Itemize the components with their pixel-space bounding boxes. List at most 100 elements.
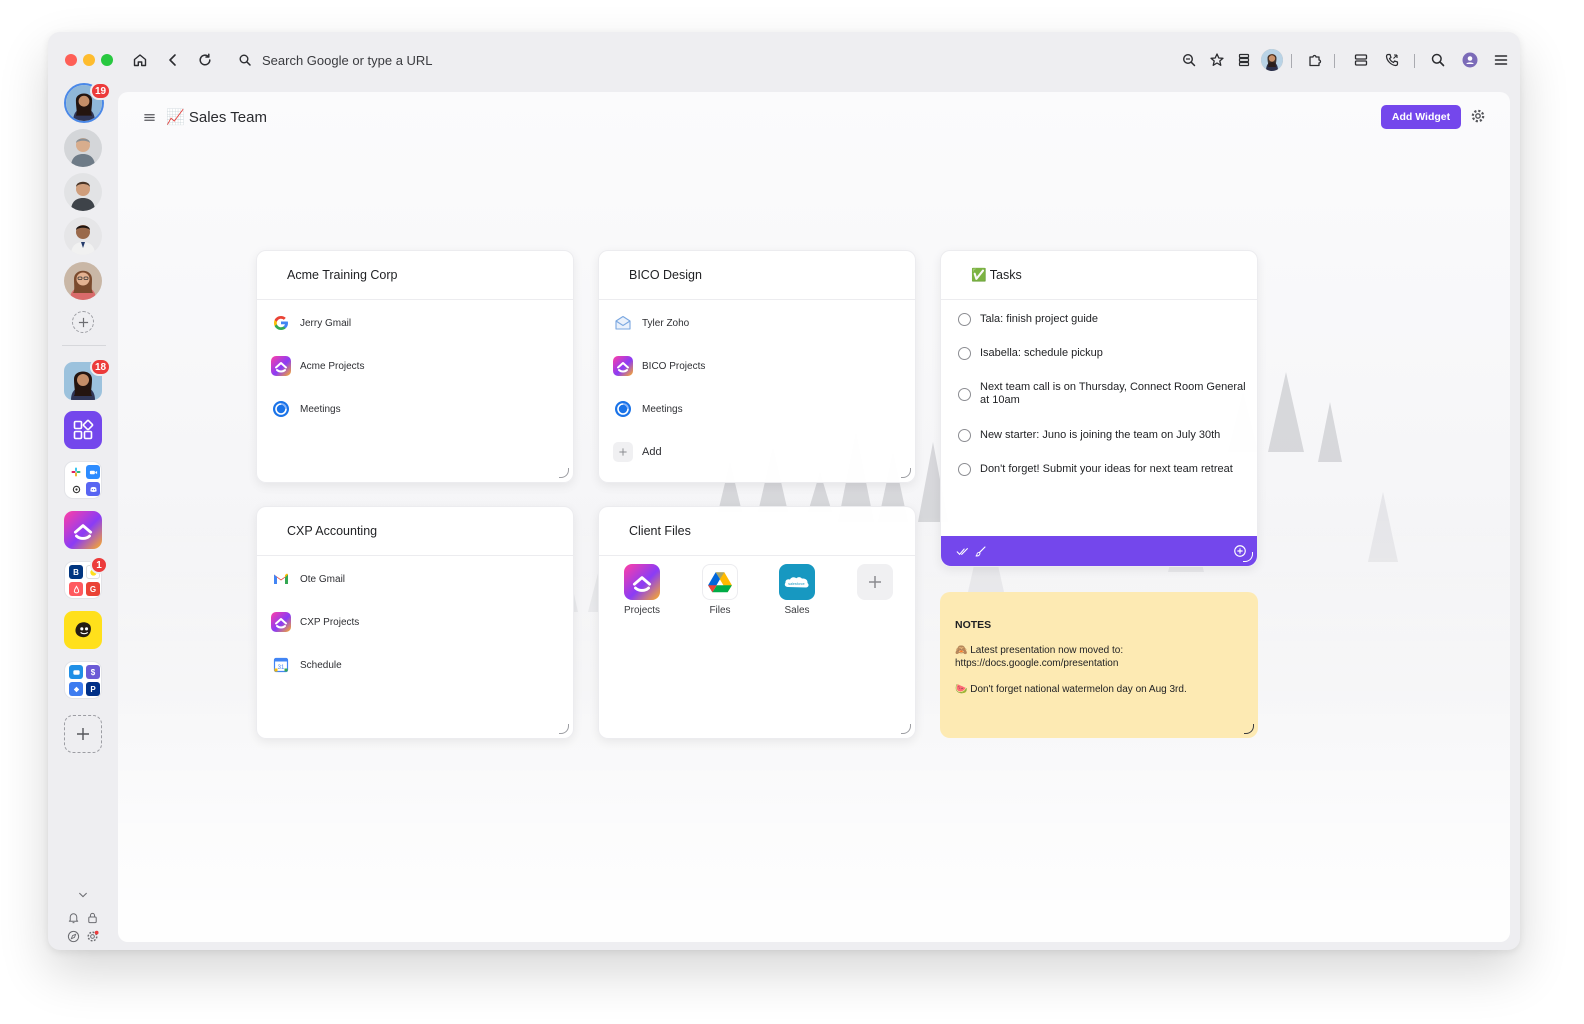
storage-icon[interactable]	[1350, 49, 1372, 71]
task-checkbox[interactable]	[958, 463, 971, 476]
widget-link-item[interactable]: CXP Projects	[271, 612, 359, 632]
widget-link-item[interactable]: Tyler Zoho	[613, 313, 689, 333]
workspace-avatar[interactable]	[64, 217, 102, 255]
salesforce-icon: salesforce	[779, 564, 815, 600]
widget-title: Client Files	[629, 524, 691, 538]
widgets-app-icon[interactable]	[64, 411, 102, 449]
close-window-button[interactable]	[65, 54, 77, 66]
client-file-app[interactable]: Projects	[612, 564, 672, 616]
resize-handle[interactable]	[1244, 724, 1254, 734]
client-file-app[interactable]: salesforce Sales	[767, 564, 827, 616]
widget-link-item[interactable]: BICO Projects	[613, 356, 705, 376]
widget-title: CXP Accounting	[287, 524, 378, 538]
task-text: Next team call is on Thursday, Connect R…	[980, 381, 1246, 406]
chevron-down-icon[interactable]	[72, 887, 94, 903]
toolbar-divider	[1414, 54, 1415, 68]
task-item[interactable]: Isabella: schedule pickup	[958, 347, 1248, 360]
brush-icon[interactable]	[969, 540, 991, 562]
widget-link-item[interactable]: Jerry Gmail	[271, 313, 351, 333]
search-icon	[238, 53, 252, 67]
widget-link-label: Jerry Gmail	[300, 317, 352, 329]
app-group-communication[interactable]	[64, 461, 102, 499]
notes-link[interactable]: https://docs.google.com/presentation	[955, 658, 1118, 669]
mailchimp-app-icon[interactable]	[64, 611, 102, 649]
dollar-icon: $	[86, 665, 100, 679]
toolbar-divider	[1334, 54, 1335, 68]
gear-icon[interactable]	[1470, 108, 1486, 124]
lock-icon[interactable]	[82, 907, 102, 927]
clickup-app-icon[interactable]	[64, 511, 102, 549]
plus-icon	[613, 442, 633, 462]
home-icon[interactable]	[129, 49, 151, 71]
add-workspace-button[interactable]	[72, 311, 94, 333]
client-file-label: Files	[709, 605, 731, 616]
widget-link-item[interactable]: Meetings	[613, 399, 683, 419]
address-input[interactable]	[262, 52, 762, 68]
reload-icon[interactable]	[194, 49, 216, 71]
gmail-mini-icon: G	[86, 582, 100, 596]
task-text: New starter: Juno is joining the team on…	[980, 429, 1221, 441]
add-client-file-button[interactable]	[845, 564, 905, 600]
resize-handle[interactable]	[901, 724, 911, 734]
widget-bico-design: BICO Design Tyler Zoho BICO Projects Mee…	[598, 250, 916, 483]
task-checkbox[interactable]	[958, 313, 971, 326]
slack-icon	[69, 465, 83, 479]
plus-icon	[857, 564, 893, 600]
dashboard-panel: 📈 Sales Team Add Widget Acme Training Co…	[118, 92, 1510, 942]
widget-link-label: Meetings	[300, 403, 341, 415]
widget-client-files: Client Files Projects Files salesforce S…	[598, 506, 916, 739]
page-title: 📈 Sales Team	[166, 109, 267, 126]
resize-handle[interactable]	[559, 468, 569, 478]
widget-link-item[interactable]: 31 Schedule	[271, 655, 342, 675]
task-item[interactable]: Next team call is on Thursday, Connect R…	[958, 381, 1248, 407]
hamburger-icon[interactable]	[140, 108, 158, 126]
task-item[interactable]: New starter: Juno is joining the team on…	[958, 429, 1248, 442]
discord-icon	[86, 482, 100, 496]
task-checkbox[interactable]	[958, 347, 971, 360]
add-link-button[interactable]: Add	[613, 442, 662, 462]
account-icon[interactable]	[1459, 49, 1481, 71]
task-checkbox[interactable]	[958, 429, 971, 442]
widget-link-label: Acme Projects	[300, 360, 365, 372]
search-icon[interactable]	[1427, 49, 1449, 71]
resize-handle[interactable]	[901, 468, 911, 478]
jira-icon	[69, 682, 83, 696]
widget-link-item[interactable]: Meetings	[271, 399, 341, 419]
widget-link-label: Ote Gmail	[300, 573, 346, 585]
bell-icon[interactable]	[63, 907, 83, 927]
resize-handle[interactable]	[559, 724, 569, 734]
client-file-label: Sales	[784, 605, 810, 616]
add-app-button[interactable]	[64, 715, 102, 753]
phone-icon[interactable]	[1381, 49, 1403, 71]
widget-cxp-accounting: CXP Accounting Ote Gmail CXP Projects 31…	[256, 506, 574, 739]
widget-link-label: BICO Projects	[642, 360, 706, 372]
bookmark-star-icon[interactable]	[1206, 49, 1228, 71]
workspace-avatar[interactable]	[64, 262, 102, 300]
workspace-avatar[interactable]	[64, 129, 102, 167]
minimize-window-button[interactable]	[83, 54, 95, 66]
client-file-app[interactable]: Files	[690, 564, 750, 616]
mail-icon	[613, 313, 633, 333]
widget-link-item[interactable]: Acme Projects	[271, 356, 364, 376]
task-item[interactable]: Tala: finish project guide	[958, 313, 1248, 326]
task-checkbox[interactable]	[958, 387, 971, 401]
reading-list-icon[interactable]	[1233, 49, 1255, 71]
calendar-icon	[613, 399, 633, 419]
workspace-avatar[interactable]	[64, 173, 102, 211]
client-file-label: Projects	[623, 605, 661, 616]
compass-icon[interactable]	[63, 926, 83, 946]
add-widget-button[interactable]: Add Widget	[1381, 105, 1461, 129]
svg-text:salesforce: salesforce	[788, 582, 804, 586]
settings-icon[interactable]	[82, 926, 102, 946]
menu-icon[interactable]	[1490, 49, 1512, 71]
back-icon[interactable]	[162, 49, 184, 71]
profile-avatar-icon[interactable]	[1261, 49, 1283, 71]
extensions-icon[interactable]	[1304, 49, 1326, 71]
task-item[interactable]: Don't forget! Submit your ideas for next…	[958, 463, 1248, 476]
maximize-window-button[interactable]	[101, 54, 113, 66]
zoom-icon[interactable]	[1178, 49, 1200, 71]
app-group-finance[interactable]: $ P	[64, 661, 102, 699]
widget-title: Acme Training Corp	[287, 268, 398, 282]
widget-link-item[interactable]: Ote Gmail	[271, 569, 345, 589]
widget-divider	[257, 555, 573, 556]
